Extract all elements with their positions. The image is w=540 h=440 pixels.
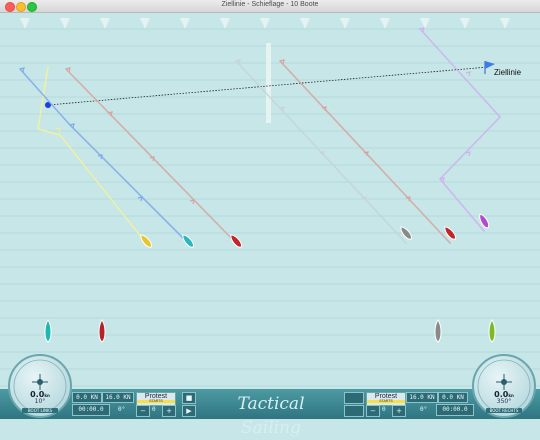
center-mark [266,43,271,123]
window-title: Ziellinie - Schieflage - 10 Boote [221,1,319,8]
right-gauge-heading: 350° [496,398,512,405]
left-counter: 0 [152,406,156,413]
stop-button[interactable]: ■ [182,392,196,404]
right-mode-button-2[interactable] [344,405,364,417]
right-counter: 0 [382,406,386,413]
left-plus-button[interactable]: + [162,405,176,417]
right-gauge-name: BOOT RECHTS [486,408,522,413]
right-race-time: 00:00.0 [436,404,474,416]
left-boat-gauge: 0.0kn 10° BOOT LINKS [8,354,72,418]
right-heel-angle: 0° [420,406,428,413]
start-boat-lime[interactable] [488,319,496,343]
right-minus-button[interactable]: − [366,405,380,417]
right-protest-status: STARTS [367,399,405,403]
right-protest-button[interactable]: Protest STARTS [366,392,406,406]
left-race-time: 00:00.0 [72,404,110,416]
window-titlebar: Ziellinie - Schieflage - 10 Boote [0,0,540,13]
finish-line-label: Ziellinie [494,68,522,77]
start-boat-slate[interactable] [434,319,442,343]
left-minus-button[interactable]: − [136,405,150,417]
right-plus-button[interactable]: + [392,405,406,417]
brand-logo: Tactical Sailing [237,394,305,438]
left-speed-readout: 0.0 KN [72,392,102,403]
right-speed-readout: 0.0 KN [438,392,468,403]
left-gauge-heading: 10° [34,398,46,405]
left-protest-button[interactable]: Protest STARTS [136,392,176,406]
right-compass-icon [477,359,531,413]
start-boat-crimson[interactable] [98,319,106,343]
left-gauge-name: BOOT LINKS [22,408,58,413]
left-target-speed-readout: 16.0 KN [102,392,134,403]
right-mode-button[interactable] [344,392,364,404]
right-boat-gauge: 0.0kn 350° BOOT RECHTS [472,354,536,418]
race-course[interactable] [0,13,540,389]
play-button[interactable]: ▶ [182,405,196,417]
start-boat-teal[interactable] [44,319,52,343]
right-target-speed-readout: 16.0 KN [406,392,438,403]
left-compass-icon [13,359,67,413]
left-protest-status: STARTS [137,399,175,403]
left-heel-angle: 0° [118,406,126,413]
